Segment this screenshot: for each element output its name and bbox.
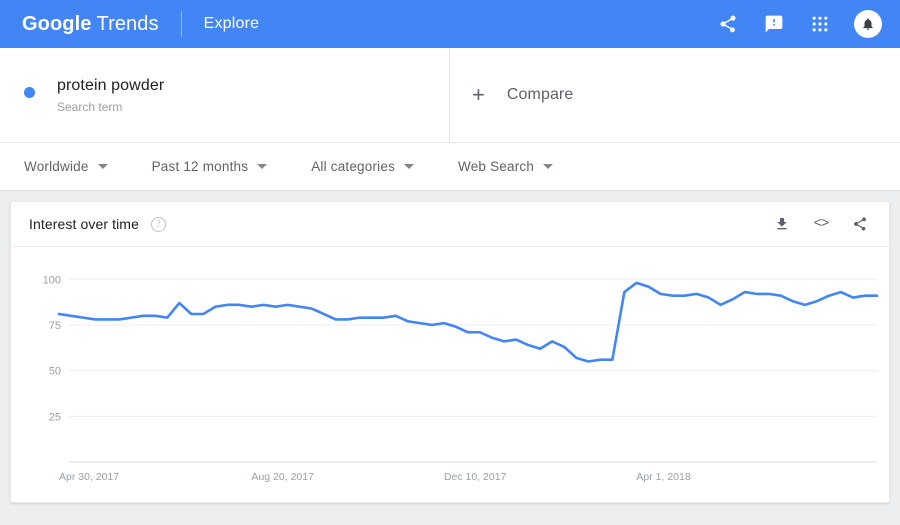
chevron-down-icon [257,164,267,169]
y-axis-tick-label: 100 [43,274,61,286]
search-type-filter[interactable]: Web Search [458,159,553,174]
apps-grid-icon[interactable] [808,12,832,36]
location-filter-label: Worldwide [24,159,89,174]
chevron-down-icon [543,164,553,169]
search-term-type: Search term [57,100,164,115]
card-actions: <> [773,215,869,233]
top-bar-actions [716,10,882,38]
y-axis-tick-label: 75 [49,320,61,332]
query-row: protein powder Search term + Compare [0,48,900,143]
x-axis-tick-label: Dec 10, 2017 [444,471,507,483]
compare-label: Compare [507,86,574,104]
embed-code-icon[interactable]: <> [812,215,830,233]
share-chart-icon[interactable] [851,215,869,233]
chart-area[interactable]: 25 50 75 100 Apr 30, 2017 Aug 20, 2017 Dec 10,… [11,247,889,502]
x-axis-tick-label: Aug 20, 2017 [251,471,314,483]
y-axis-tick-label: 25 [49,411,61,423]
brand-logo[interactable]: Google Trends [22,13,159,36]
y-axis-tick-label: 50 [49,366,61,378]
time-range-filter-label: Past 12 months [152,159,249,174]
help-icon[interactable]: ? [151,217,166,232]
brand-divider [181,11,182,37]
chevron-down-icon [404,164,414,169]
interest-over-time-chart[interactable]: 25 50 75 100 Apr 30, 2017 Aug 20, 2017 Dec 10,… [11,247,889,502]
search-term-card[interactable]: protein powder Search term [0,48,450,142]
category-filter-label: All categories [311,159,395,174]
account-avatar-icon[interactable] [854,10,882,38]
series-color-dot [24,87,35,98]
filter-bar: Worldwide Past 12 months All categories … [0,143,900,191]
explore-nav-link[interactable]: Explore [204,15,260,33]
card-header: Interest over time ? <> [11,202,889,247]
brand-trends-text: Trends [97,13,159,36]
compare-button[interactable]: + Compare [450,48,900,142]
page-title: Interest over time [29,216,139,232]
search-term-value: protein powder [57,76,164,96]
chevron-down-icon [98,164,108,169]
x-axis-tick-label: Apr 30, 2017 [59,471,119,483]
feedback-icon[interactable] [762,12,786,36]
time-range-filter[interactable]: Past 12 months [152,159,268,174]
share-icon[interactable] [716,12,740,36]
interest-over-time-card: Interest over time ? <> 25 50 75 100 Apr 30,… [10,201,890,503]
brand-google-text: Google [22,13,92,36]
card-container: Interest over time ? <> 25 50 75 100 Apr 30,… [0,191,900,503]
search-type-filter-label: Web Search [458,159,534,174]
location-filter[interactable]: Worldwide [24,159,108,174]
trend-line-series[interactable] [59,283,877,362]
plus-icon: + [472,84,485,106]
search-term-text: protein powder Search term [57,76,164,115]
top-app-bar: Google Trends Explore [0,0,900,48]
x-axis-tick-label: Apr 1, 2018 [636,471,690,483]
download-csv-icon[interactable] [773,215,791,233]
category-filter[interactable]: All categories [311,159,414,174]
